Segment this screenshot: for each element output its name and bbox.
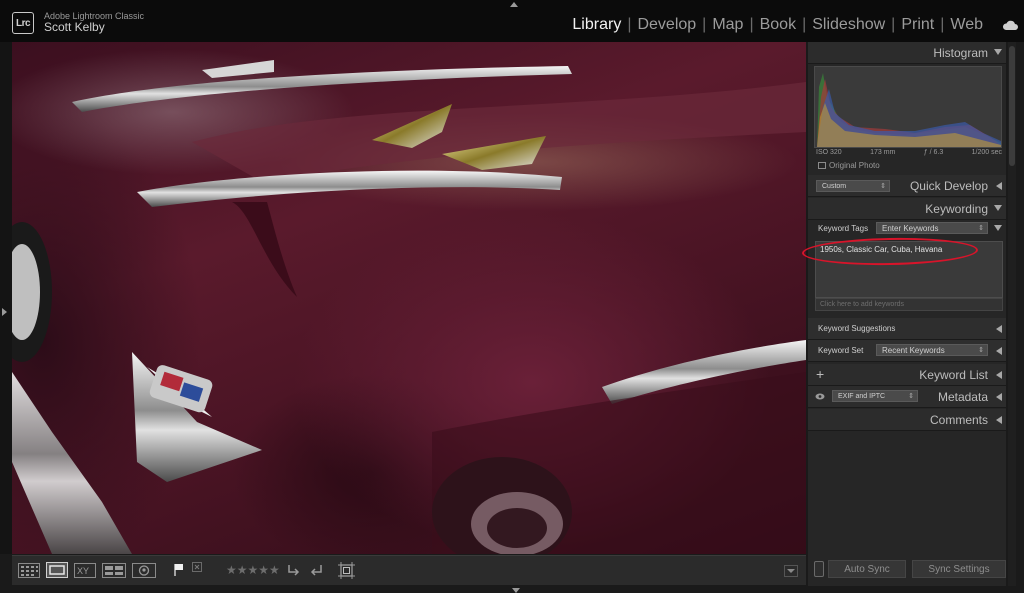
keyword-set-value: Recent Keywords bbox=[882, 346, 945, 355]
module-book[interactable]: Book bbox=[757, 16, 799, 34]
histogram-exif: ISO 320 173 mm ƒ / 6.3 1/200 sec bbox=[816, 149, 1002, 156]
top-panel-toggle-icon[interactable] bbox=[510, 2, 518, 7]
expand-triangle-icon[interactable] bbox=[996, 347, 1002, 355]
keyword-tags-menu-icon[interactable] bbox=[994, 225, 1002, 231]
module-web[interactable]: Web bbox=[947, 16, 986, 34]
library-toolbar: XY ★★★★★ bbox=[12, 555, 806, 585]
keyword-suggestions-label: Keyword Suggestions bbox=[818, 324, 896, 333]
collapse-triangle-icon[interactable] bbox=[994, 205, 1002, 211]
module-picker: Library | Develop | Map | Book | Slidesh… bbox=[569, 16, 986, 34]
loupe-view-icon[interactable] bbox=[46, 562, 68, 578]
quick-develop-title: Quick Develop bbox=[909, 179, 988, 193]
grid-view-icon[interactable] bbox=[18, 563, 40, 578]
people-view-icon[interactable] bbox=[132, 563, 156, 578]
module-separator: | bbox=[702, 16, 707, 33]
quick-develop-preset-select[interactable]: Custom ⇕ bbox=[816, 180, 890, 192]
right-panel-scroll-thumb[interactable] bbox=[1009, 46, 1015, 166]
eye-icon[interactable] bbox=[815, 393, 825, 400]
original-photo-toggle[interactable]: Original Photo bbox=[818, 161, 880, 170]
module-develop[interactable]: Develop bbox=[634, 16, 699, 34]
select-arrows-icon: ⇕ bbox=[978, 225, 984, 232]
keyword-list-header[interactable]: + Keyword List bbox=[808, 364, 1006, 386]
left-panel-toggle-icon[interactable] bbox=[2, 308, 7, 316]
add-keywords-field[interactable]: Click here to add keywords bbox=[815, 298, 1003, 311]
keyword-set-select[interactable]: Recent Keywords ⇕ bbox=[876, 344, 988, 356]
focal-length-value: 173 mm bbox=[870, 149, 896, 156]
reject-flag-icon[interactable] bbox=[192, 562, 202, 572]
svg-text:XY: XY bbox=[77, 566, 89, 576]
loupe-photo[interactable] bbox=[12, 42, 806, 554]
metadata-header[interactable]: EXIF and IPTC ⇕ Metadata bbox=[808, 386, 1006, 408]
expand-triangle-icon[interactable] bbox=[996, 371, 1002, 379]
auto-sync-button[interactable]: Auto Sync bbox=[828, 560, 906, 578]
keyword-suggestions-header[interactable]: Keyword Suggestions bbox=[808, 318, 1006, 340]
rotate-right-icon[interactable] bbox=[308, 563, 324, 578]
module-library[interactable]: Library bbox=[569, 16, 624, 34]
comments-title: Comments bbox=[929, 413, 988, 427]
metadata-preset-select[interactable]: EXIF and IPTC ⇕ bbox=[832, 390, 918, 402]
module-separator: | bbox=[749, 16, 754, 33]
aperture-value: ƒ / 6.3 bbox=[923, 149, 944, 156]
original-photo-label: Original Photo bbox=[829, 161, 880, 170]
keyword-set-header[interactable]: Keyword Set Recent Keywords ⇕ bbox=[808, 340, 1006, 362]
module-separator: | bbox=[891, 16, 896, 33]
toolbar-options-icon[interactable] bbox=[784, 565, 798, 577]
rotate-left-icon[interactable] bbox=[286, 563, 302, 578]
keywording-title: Keywording bbox=[925, 202, 988, 216]
select-arrows-icon: ⇕ bbox=[880, 183, 886, 190]
histogram-title: Histogram bbox=[933, 46, 988, 60]
collapse-triangle-icon[interactable] bbox=[994, 49, 1002, 55]
iso-value: ISO 320 bbox=[816, 149, 842, 156]
left-panel-collapsed bbox=[0, 42, 12, 554]
crop-icon[interactable] bbox=[338, 562, 355, 579]
select-arrows-icon: ⇕ bbox=[978, 347, 984, 354]
histogram-header[interactable]: Histogram bbox=[808, 42, 1006, 64]
sync-settings-button[interactable]: Sync Settings bbox=[912, 560, 1006, 578]
histogram-display[interactable] bbox=[814, 66, 1002, 148]
keyword-tags-select[interactable]: Enter Keywords ⇕ bbox=[876, 222, 988, 234]
compare-view-icon[interactable]: XY bbox=[74, 563, 96, 578]
survey-view-icon[interactable] bbox=[102, 563, 126, 578]
cloud-sync-icon[interactable] bbox=[1002, 20, 1018, 30]
module-print[interactable]: Print bbox=[898, 16, 937, 34]
quick-develop-preset-value: Custom bbox=[822, 183, 847, 190]
select-arrows-icon: ⇕ bbox=[908, 393, 914, 400]
module-separator: | bbox=[940, 16, 945, 33]
lrc-logo: Lrc bbox=[12, 12, 34, 34]
filmstrip-toggle-icon[interactable] bbox=[512, 588, 520, 593]
module-separator: | bbox=[627, 16, 632, 33]
module-separator: | bbox=[802, 16, 807, 33]
add-keywords-placeholder: Click here to add keywords bbox=[820, 301, 905, 308]
auto-sync-switch[interactable] bbox=[814, 561, 824, 577]
metadata-preset-value: EXIF and IPTC bbox=[838, 393, 886, 400]
keyword-list-title: Keyword List bbox=[919, 368, 988, 382]
star-rating[interactable]: ★★★★★ bbox=[226, 563, 280, 577]
keyword-tags-mode: Enter Keywords bbox=[882, 224, 939, 233]
module-slideshow[interactable]: Slideshow bbox=[809, 16, 888, 34]
car-hood-photo bbox=[12, 60, 806, 554]
expand-triangle-icon[interactable] bbox=[996, 416, 1002, 424]
lightroom-window: Lrc Adobe Lightroom Classic Scott Kelby … bbox=[0, 0, 1024, 593]
comments-header[interactable]: Comments bbox=[808, 409, 1006, 431]
add-keyword-plus-icon[interactable]: + bbox=[816, 366, 824, 382]
shutter-value: 1/200 sec bbox=[971, 149, 1002, 156]
user-name: Scott Kelby bbox=[44, 20, 105, 34]
expand-triangle-icon[interactable] bbox=[996, 182, 1002, 190]
module-map[interactable]: Map bbox=[709, 16, 746, 34]
expand-triangle-icon[interactable] bbox=[996, 325, 1002, 333]
quick-develop-header[interactable]: Custom ⇕ Quick Develop bbox=[808, 175, 1006, 197]
keyword-set-label: Keyword Set bbox=[818, 346, 864, 355]
expand-triangle-icon[interactable] bbox=[996, 393, 1002, 401]
identity-plate-bar: Lrc Adobe Lightroom Classic Scott Kelby … bbox=[0, 0, 1024, 42]
metadata-title: Metadata bbox=[937, 390, 988, 404]
keywording-header[interactable]: Keywording bbox=[808, 198, 1006, 220]
pick-flag-icon[interactable] bbox=[173, 563, 185, 577]
original-photo-checkbox[interactable] bbox=[818, 162, 826, 169]
keyword-tags-label: Keyword Tags bbox=[818, 224, 869, 233]
